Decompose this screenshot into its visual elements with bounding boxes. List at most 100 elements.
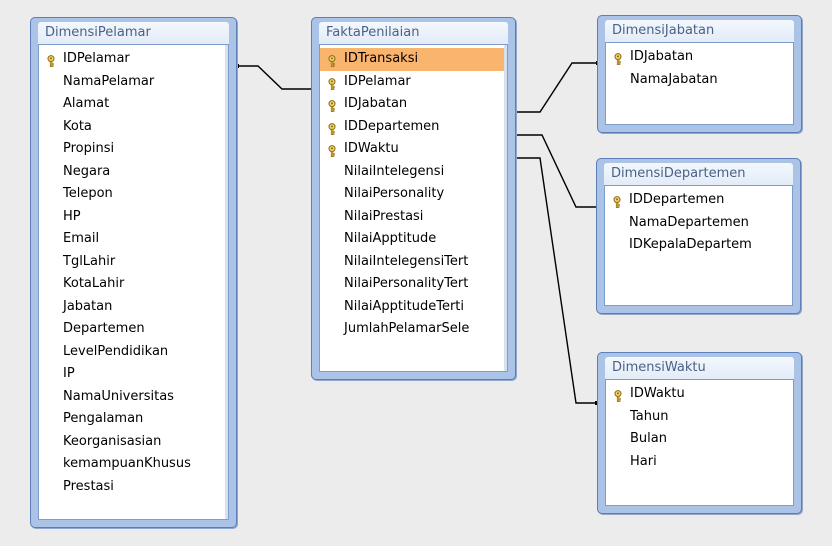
field-row[interactable]: NilaiPrestasi [320, 206, 507, 229]
field-name: NilaiPersonalityTert [344, 276, 469, 291]
field-name: NilaiIntelegensiTert [344, 253, 469, 269]
field-row[interactable]: NamaPelamar [39, 71, 228, 94]
field-name: IP [63, 366, 75, 381]
field-name: IDPelamar [344, 73, 411, 89]
field-row[interactable]: IDTransaksi [320, 48, 507, 71]
field-list[interactable]: IDDepartemen NamaDepartemen IDKepalaDepart… [604, 185, 793, 306]
field-name: NamaDepartemen [629, 214, 749, 230]
field-name: Departemen [63, 321, 145, 336]
field-name: HP [63, 208, 81, 224]
field-row[interactable]: Departemen [39, 318, 228, 341]
primary-key-icon [45, 53, 57, 68]
field-row[interactable]: NamaUniversitas [39, 386, 228, 409]
field-row[interactable]: Keorganisasian [39, 431, 228, 454]
table-title[interactable]: DimensiJabatan [605, 20, 794, 42]
field-name: IDKepalaDepartem [629, 237, 752, 252]
field-row[interactable]: KotaLahir [39, 273, 228, 296]
field-name: NilaiApptitudeTerti [344, 298, 465, 314]
field-list[interactable]: IDJabatan NamaJabatan [605, 42, 794, 125]
field-row[interactable]: kemampuanKhusus [39, 453, 228, 476]
relationship-line-fakta-waktu [514, 157, 597, 404]
field-name: Telepon [63, 186, 113, 201]
primary-key-icon [611, 194, 623, 209]
field-row[interactable]: IDWaktu [606, 383, 793, 406]
scrollbar[interactable] [504, 45, 507, 371]
relationship-line-fakta-departemen [514, 134, 603, 208]
field-list[interactable]: IDWaktu Tahun Bulan Hari [605, 379, 794, 506]
primary-key-icon [326, 76, 338, 90]
field-row[interactable]: Tahun [606, 406, 793, 429]
field-row[interactable]: IDDepartemen [320, 116, 507, 139]
primary-key-icon [326, 98, 338, 113]
field-row[interactable]: HP [39, 206, 228, 229]
field-row[interactable]: Propinsi [39, 138, 228, 161]
table-window-dimensidepartemen[interactable]: DimensiDepartemen IDDepartemen NamaDepart… [596, 158, 801, 314]
field-name: IDWaktu [630, 386, 685, 401]
field-row[interactable]: Negara [39, 161, 228, 184]
table-title[interactable]: DimensiWaktu [605, 357, 794, 379]
field-name: NamaUniversitas [63, 388, 174, 404]
primary-key-icon [326, 53, 338, 68]
field-row[interactable]: NilaiIntelegensiTert [320, 251, 507, 274]
field-row[interactable]: NamaJabatan [606, 69, 793, 92]
table-title[interactable]: DimensiDepartemen [604, 163, 793, 185]
field-name: Prestasi [63, 478, 114, 494]
field-name: TglLahir [63, 253, 116, 269]
field-row[interactable]: IDKepalaDepartem [605, 234, 792, 257]
field-name: JumlahPelamarSele [344, 321, 470, 336]
field-list[interactable]: IDTransaksi IDPelamar IDJabatan IDDeparteme… [319, 44, 508, 372]
relationship-line-fakta-jabatan [514, 62, 598, 113]
field-row[interactable]: NilaiPersonalityTert [320, 273, 507, 296]
field-row[interactable]: IDJabatan [320, 93, 507, 116]
field-name: KotaLahir [63, 276, 125, 291]
table-window-faktapenilaian[interactable]: FaktaPenilaian IDTransaksi IDPelamar IDJab… [311, 17, 516, 380]
field-row[interactable]: IDWaktu [320, 138, 507, 161]
table-title[interactable]: FaktaPenilaian [319, 22, 508, 44]
field-name: LevelPendidikan [63, 343, 169, 359]
field-row[interactable]: Alamat [39, 93, 228, 116]
field-row[interactable]: NilaiApptitude [320, 228, 507, 251]
field-name: Tahun [630, 408, 669, 424]
field-row[interactable]: IDPelamar [320, 71, 507, 94]
field-row[interactable]: Jabatan [39, 296, 228, 319]
field-row[interactable]: Email [39, 228, 228, 251]
scrollbar[interactable] [225, 45, 228, 519]
table-window-dimensiwaktu[interactable]: DimensiWaktu IDWaktu Tahun Bulan Hari [597, 352, 802, 514]
field-list[interactable]: IDPelamar NamaPelamar Alamat Kota Propinsi Ne… [38, 44, 229, 520]
primary-key-icon [612, 388, 624, 403]
field-row[interactable]: Bulan [606, 428, 793, 451]
field-row[interactable]: TglLahir [39, 251, 228, 274]
field-name: Kota [63, 118, 92, 134]
field-name: NilaiIntelegensi [344, 163, 445, 179]
field-row[interactable]: LevelPendidikan [39, 341, 228, 364]
field-name: Jabatan [63, 298, 113, 314]
field-name: NilaiPersonality [344, 186, 445, 201]
field-row[interactable]: IDDepartemen [605, 189, 792, 212]
field-name: Hari [630, 453, 657, 469]
field-row[interactable]: Kota [39, 116, 228, 139]
field-name: IDJabatan [630, 49, 694, 64]
field-name: NilaiPrestasi [344, 208, 424, 224]
field-name: IDPelamar [63, 51, 130, 66]
field-row[interactable]: NilaiIntelegensi [320, 161, 507, 184]
field-row[interactable]: JumlahPelamarSele [320, 318, 507, 341]
field-row[interactable]: Hari [606, 451, 793, 474]
table-window-dimensipelamar[interactable]: DimensiPelamar IDPelamar NamaPelamar Alama… [30, 17, 237, 528]
field-row[interactable]: NamaDepartemen [605, 212, 792, 235]
field-name: Email [63, 231, 100, 246]
table-title[interactable]: DimensiPelamar [38, 22, 229, 44]
field-row[interactable]: Telepon [39, 183, 228, 206]
field-row[interactable]: Prestasi [39, 476, 228, 499]
field-row[interactable]: Pengalaman [39, 408, 228, 431]
field-row[interactable]: IP [39, 363, 228, 386]
field-row[interactable]: IDPelamar [39, 48, 228, 71]
field-name: IDTransaksi [344, 51, 419, 66]
field-name: Alamat [63, 96, 110, 111]
table-window-dimensijabatan[interactable]: DimensiJabatan IDJabatan NamaJabatan [597, 15, 802, 133]
primary-key-icon [326, 143, 338, 158]
field-name: NamaJabatan [630, 71, 718, 87]
field-row[interactable]: NilaiApptitudeTerti [320, 296, 507, 319]
field-row[interactable]: NilaiPersonality [320, 183, 507, 206]
field-row[interactable]: IDJabatan [606, 46, 793, 69]
field-name: IDDepartemen [629, 192, 725, 207]
